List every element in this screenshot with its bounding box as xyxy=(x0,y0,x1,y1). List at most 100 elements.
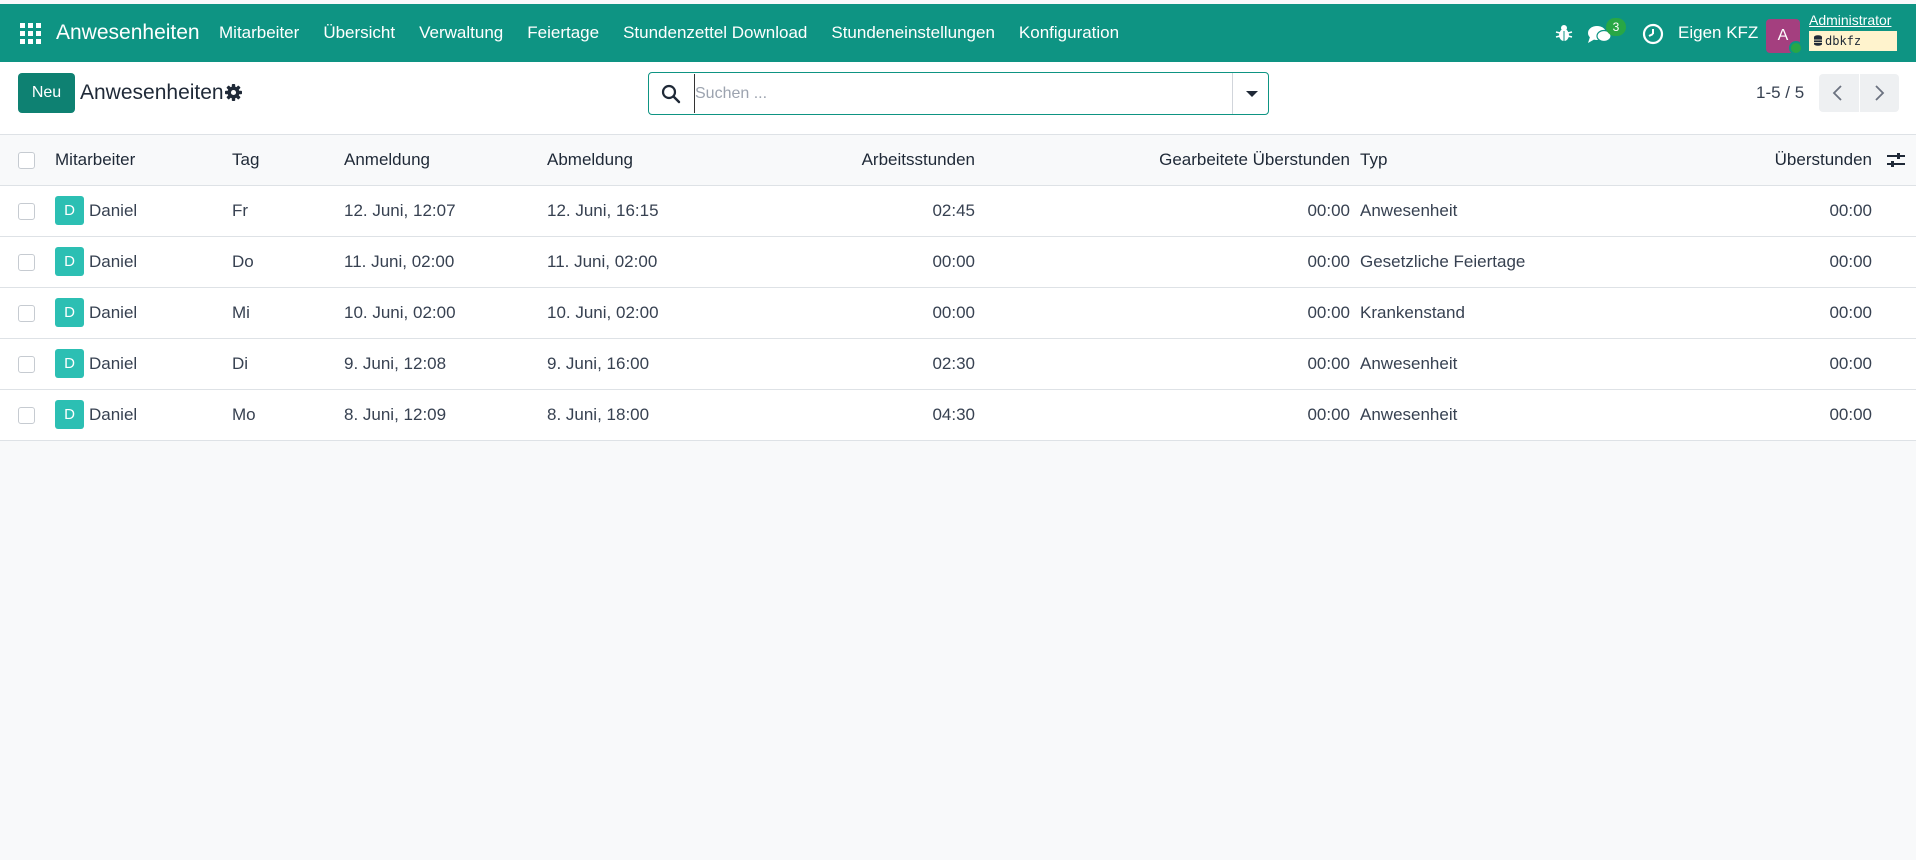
row-checkbox[interactable] xyxy=(18,305,35,322)
column-header-ueberstunden[interactable]: Überstunden xyxy=(1600,135,1872,185)
database-icon xyxy=(1814,35,1822,46)
table-row[interactable]: D Daniel Mo 8. Juni, 12:09 8. Juni, 18:0… xyxy=(0,390,1916,441)
cell-overtime: 00:00 xyxy=(1829,252,1872,271)
control-panel: Neu Anwesenheiten 1-5 / 5 xyxy=(0,62,1916,135)
column-header-arbeitsstunden[interactable]: Arbeitsstunden xyxy=(700,135,975,185)
row-checkbox[interactable] xyxy=(18,254,35,271)
cell-check-out: 9. Juni, 16:00 xyxy=(547,354,650,373)
employee-avatar: D xyxy=(55,196,84,225)
column-header-anmeldung[interactable]: Anmeldung xyxy=(344,135,430,185)
row-checkbox[interactable] xyxy=(18,203,35,220)
debug-bug-icon[interactable] xyxy=(1555,24,1573,42)
cell-check-out: 8. Juni, 18:00 xyxy=(547,405,650,424)
cell-employee: Daniel xyxy=(89,201,138,220)
chevron-left-icon xyxy=(1832,85,1842,101)
cell-work-hours: 00:00 xyxy=(932,303,975,322)
cell-day: Mo xyxy=(232,405,256,424)
optional-columns-toggle-icon[interactable] xyxy=(1886,150,1906,170)
cell-type: Anwesenheit xyxy=(1360,201,1458,220)
table-row[interactable]: D Daniel Do 11. Juni, 02:00 11. Juni, 02… xyxy=(0,237,1916,288)
messages-count-badge: 3 xyxy=(1606,18,1626,36)
cell-day: Fr xyxy=(232,201,249,220)
user-name[interactable]: Administrator xyxy=(1809,12,1891,28)
attendance-table: Mitarbeiter Tag Anmeldung Abmeldung Arbe… xyxy=(0,135,1916,441)
column-header-abmeldung[interactable]: Abmeldung xyxy=(547,135,633,185)
cell-employee: Daniel xyxy=(89,252,138,271)
cell-check-in: 11. Juni, 02:00 xyxy=(344,252,455,271)
chevron-right-icon xyxy=(1875,85,1885,101)
app-brand[interactable]: Anwesenheiten xyxy=(56,4,200,62)
top-navbar: Anwesenheiten Mitarbeiter Übersicht Verw… xyxy=(0,4,1916,62)
cell-worked-overtime: 00:00 xyxy=(1307,303,1350,322)
user-status-indicator xyxy=(1789,41,1803,55)
cell-type: Krankenstand xyxy=(1360,303,1465,322)
search-options-dropdown-toggle[interactable] xyxy=(1233,73,1269,114)
employee-avatar: D xyxy=(55,349,84,378)
table-row[interactable]: D Daniel Mi 10. Juni, 02:00 10. Juni, 02… xyxy=(0,288,1916,339)
pager-next-button[interactable] xyxy=(1859,74,1899,112)
new-button[interactable]: Neu xyxy=(18,73,75,113)
column-header-tag[interactable]: Tag xyxy=(232,135,259,185)
cell-employee: Daniel xyxy=(89,303,138,322)
row-checkbox[interactable] xyxy=(18,356,35,373)
cell-worked-overtime: 00:00 xyxy=(1307,405,1350,424)
cell-check-in: 8. Juni, 12:09 xyxy=(344,405,447,424)
employee-avatar: D xyxy=(55,247,84,276)
table-row[interactable]: D Daniel Di 9. Juni, 12:08 9. Juni, 16:0… xyxy=(0,339,1916,390)
menu-item-verwaltung[interactable]: Verwaltung xyxy=(407,4,515,62)
main-menu: Mitarbeiter Übersicht Verwaltung Feierta… xyxy=(207,4,1131,62)
cell-check-out: 11. Juni, 02:00 xyxy=(547,252,658,271)
apps-menu-icon[interactable] xyxy=(20,23,41,44)
cell-day: Mi xyxy=(232,303,250,322)
menu-item-stundenzettel-download[interactable]: Stundenzettel Download xyxy=(611,4,819,62)
select-all-checkbox[interactable] xyxy=(18,152,35,169)
menu-item-uebersicht[interactable]: Übersicht xyxy=(311,4,407,62)
pager-value[interactable]: 1-5 / 5 xyxy=(1756,73,1804,113)
cell-overtime: 00:00 xyxy=(1829,405,1872,424)
table-row[interactable]: D Daniel Fr 12. Juni, 12:07 12. Juni, 16… xyxy=(0,186,1916,237)
cell-check-in: 12. Juni, 12:07 xyxy=(344,201,456,220)
cell-overtime: 00:00 xyxy=(1829,354,1872,373)
menu-item-stundeneinstellungen[interactable]: Stundeneinstellungen xyxy=(819,4,1007,62)
cell-day: Do xyxy=(232,252,254,271)
cell-check-out: 10. Juni, 02:00 xyxy=(547,303,659,322)
cell-work-hours: 00:00 xyxy=(932,252,975,271)
table-header-row: Mitarbeiter Tag Anmeldung Abmeldung Arbe… xyxy=(0,135,1916,186)
cell-check-out: 12. Juni, 16:15 xyxy=(547,201,659,220)
menu-item-mitarbeiter[interactable]: Mitarbeiter xyxy=(207,4,311,62)
database-badge: dbkfz xyxy=(1809,31,1897,51)
pager-previous-button[interactable] xyxy=(1819,74,1859,112)
cell-worked-overtime: 00:00 xyxy=(1307,252,1350,271)
search-icon xyxy=(661,84,681,104)
column-header-gearbeitete-ueberstunden[interactable]: Gearbeitete Überstunden xyxy=(1000,135,1350,185)
employee-avatar: D xyxy=(55,298,84,327)
cell-employee: Daniel xyxy=(89,354,138,373)
cell-work-hours: 02:45 xyxy=(932,201,975,220)
cell-type: Anwesenheit xyxy=(1360,405,1458,424)
cell-worked-overtime: 00:00 xyxy=(1307,201,1350,220)
gear-icon[interactable] xyxy=(225,84,242,101)
column-header-mitarbeiter[interactable]: Mitarbeiter xyxy=(55,135,135,185)
menu-item-feiertage[interactable]: Feiertage xyxy=(515,4,611,62)
row-checkbox[interactable] xyxy=(18,407,35,424)
clock-icon[interactable] xyxy=(1642,23,1664,45)
cell-work-hours: 04:30 xyxy=(932,405,975,424)
cell-work-hours: 02:30 xyxy=(932,354,975,373)
cell-type: Gesetzliche Feiertage xyxy=(1360,252,1526,271)
cell-overtime: 00:00 xyxy=(1829,303,1872,322)
company-switcher[interactable]: Eigen KFZ xyxy=(1678,4,1758,62)
cell-type: Anwesenheit xyxy=(1360,354,1458,373)
cell-check-in: 10. Juni, 02:00 xyxy=(344,303,456,322)
cell-check-in: 9. Juni, 12:08 xyxy=(344,354,447,373)
cell-overtime: 00:00 xyxy=(1829,201,1872,220)
cell-day: Di xyxy=(232,354,249,373)
menu-item-konfiguration[interactable]: Konfiguration xyxy=(1007,4,1131,62)
column-header-typ[interactable]: Typ xyxy=(1360,135,1387,185)
search-bar xyxy=(648,72,1269,115)
page-title: Anwesenheiten xyxy=(80,81,224,104)
employee-avatar: D xyxy=(55,400,84,429)
cell-worked-overtime: 00:00 xyxy=(1307,354,1350,373)
search-input[interactable] xyxy=(694,74,1194,113)
database-name: dbkfz xyxy=(1825,34,1862,48)
cell-employee: Daniel xyxy=(89,405,138,424)
